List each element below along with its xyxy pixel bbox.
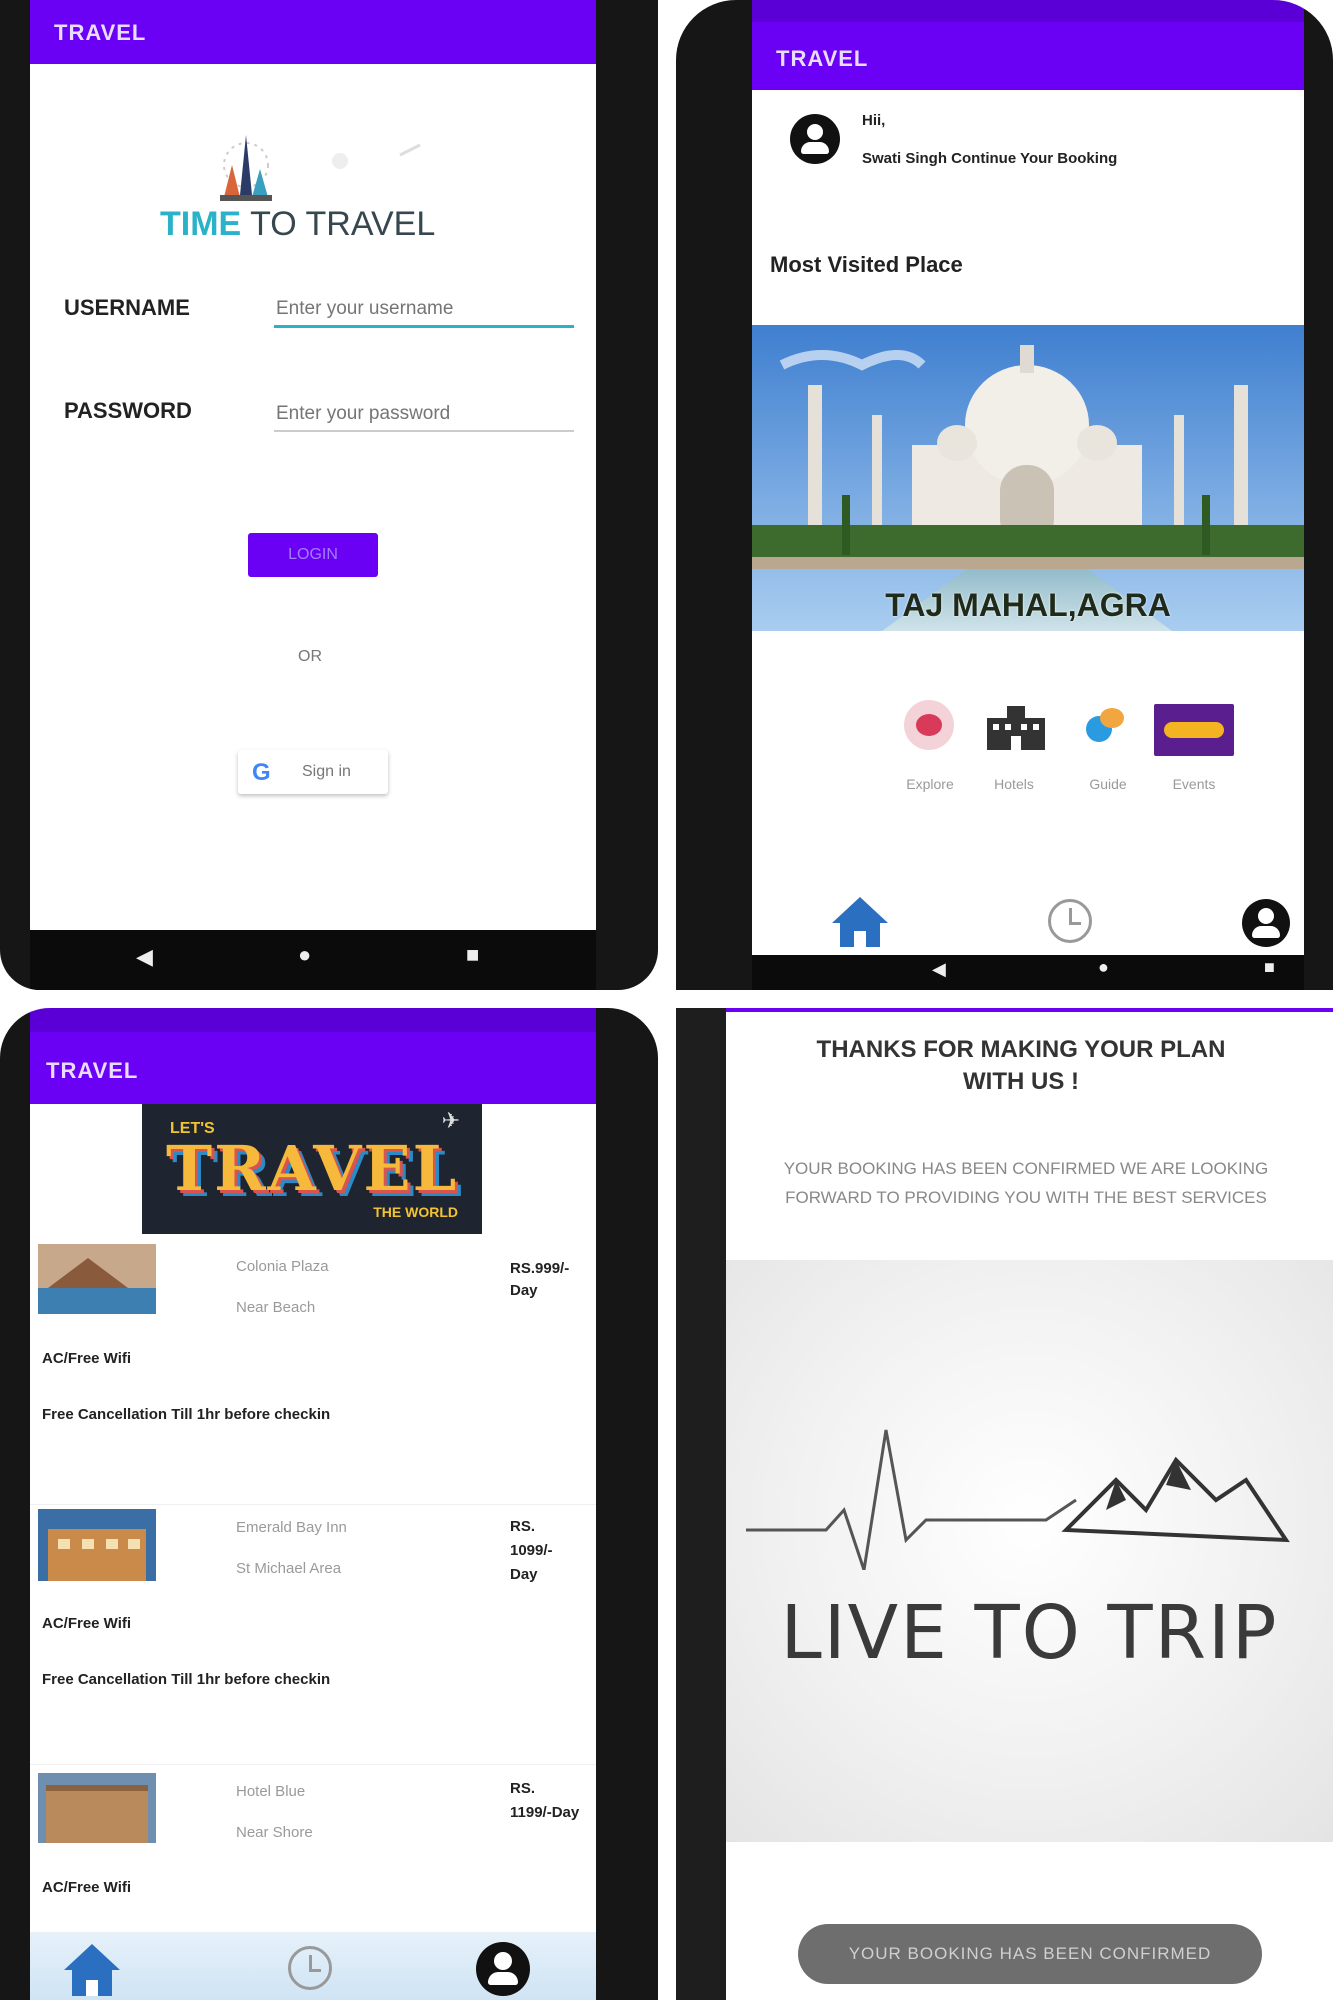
history-tab-icon[interactable] [1048, 899, 1092, 943]
hotel-name: Emerald Bay Inn [236, 1519, 347, 1536]
nav-recents-icon[interactable]: ■ [1264, 957, 1275, 978]
featured-place-caption: TAJ MAHAL,AGRA [885, 587, 1171, 623]
hotel-price: RS. 1099/-Day [510, 1518, 553, 1583]
hotel-amenities: AC/Free Wifi [42, 1350, 132, 1367]
status-bar [30, 1008, 596, 1032]
hotel-cancellation-policy: Free Cancellation Till 1hr before checki… [42, 1406, 331, 1423]
events-icon [1154, 704, 1234, 756]
plane-icon: ✈ [441, 1108, 460, 1133]
guide-icon [1086, 708, 1126, 744]
logo-word-to-travel: TO TRAVEL [250, 205, 436, 243]
bottom-navigation [30, 1932, 596, 2000]
hotel-list-item[interactable]: Emerald Bay Inn St Michael Area RS. 1099… [30, 1504, 596, 1755]
app-bar: TRAVEL [752, 22, 1304, 90]
nav-back-icon[interactable]: ◀ [932, 959, 946, 980]
password-input[interactable] [274, 398, 574, 432]
hotel-icon [987, 706, 1045, 750]
heartbeat-mountain-icon [746, 1429, 1290, 1570]
hotel-thumbnail [38, 1773, 156, 1843]
category-label: Guide [1089, 776, 1127, 792]
brand-logo-panel: LIVE TO TRIP [726, 1260, 1333, 1842]
phone-hotels-screen: TRAVEL LET'S TRAVEL THE WORLD ✈ Colonia … [0, 1008, 658, 2000]
travel-banner: LET'S TRAVEL THE WORLD ✈ [142, 1104, 482, 1234]
category-label: Events [1172, 776, 1216, 792]
login-button[interactable]: LOGIN [248, 533, 378, 577]
confirmation-screen: THANKS FOR MAKING YOUR PLAN WITH US ! YO… [726, 1008, 1333, 2000]
hotel-amenities: AC/Free Wifi [42, 1879, 132, 1896]
password-label: PASSWORD [64, 398, 192, 423]
category-events[interactable]: Events [1148, 700, 1238, 800]
nav-home-icon[interactable]: ● [1098, 957, 1109, 978]
hotel-thumbnail [38, 1509, 156, 1581]
travel-landmarks-icon [220, 135, 421, 201]
google-sign-in-button[interactable]: G Sign in [238, 750, 388, 794]
hotel-name: Hotel Blue [236, 1783, 306, 1800]
profile-tab-icon[interactable] [1242, 899, 1290, 947]
confirmation-message: YOUR BOOKING HAS BEEN CONFIRMED WE ARE L… [783, 1159, 1269, 1207]
user-avatar-icon [790, 114, 840, 164]
phone-confirmation-screen: THANKS FOR MAKING YOUR PLAN WITH US ! YO… [676, 1008, 1333, 2000]
explore-icon [904, 700, 954, 750]
google-icon: G [252, 759, 271, 786]
nav-home-icon[interactable]: ● [298, 942, 311, 968]
username-label: USERNAME [64, 295, 190, 320]
google-sign-in-label: Sign in [302, 763, 351, 780]
home-tab-icon[interactable] [830, 893, 890, 949]
system-nav-bar: ◀ ● ■ [30, 930, 596, 990]
category-hotels[interactable]: Hotels [976, 700, 1056, 800]
hotel-price: RS. 1199/-Day [510, 1780, 580, 1821]
app-title: TRAVEL [54, 20, 147, 45]
nav-recents-icon[interactable]: ■ [466, 942, 479, 968]
profile-tab-icon[interactable] [476, 1942, 530, 1996]
phone-login-screen: TRAVEL TIME TO TRAVEL USERNAME PASSWORD [0, 0, 658, 990]
app-logo: TIME TO TRAVEL [160, 125, 460, 250]
banner-main-text: TRAVEL [166, 1132, 459, 1205]
bottom-navigation [752, 885, 1304, 955]
hotel-amenities: AC/Free Wifi [42, 1615, 132, 1632]
toast-text: YOUR BOOKING HAS BEEN CONFIRMED [848, 1944, 1212, 1963]
greeting-text: Hii, [862, 112, 886, 129]
hotel-name: Colonia Plaza [236, 1258, 329, 1275]
or-divider-text: OR [298, 648, 322, 665]
top-accent-line [726, 1008, 1333, 1012]
hotel-list-item[interactable]: Hotel Blue Near Shore RS. 1199/-Day AC/F… [30, 1764, 596, 1896]
category-explore[interactable]: Explore [892, 700, 972, 800]
nav-back-icon[interactable]: ◀ [136, 944, 153, 970]
username-input[interactable] [274, 293, 574, 328]
home-screen: TRAVEL Hii, Swati Singh Continue Your Bo… [752, 0, 1304, 990]
brand-logo-text: LIVE TO TRIP [780, 1590, 1279, 1676]
section-title: Most Visited Place [770, 252, 963, 277]
history-tab-icon[interactable] [288, 1946, 332, 1990]
home-tab-icon[interactable] [62, 1940, 122, 1996]
greeting-subtext: Swati Singh Continue Your Booking [862, 150, 1118, 167]
status-bar [752, 0, 1304, 22]
hotel-cancellation-policy: Free Cancellation Till 1hr before checki… [42, 1671, 331, 1688]
app-bar: TRAVEL [30, 1032, 596, 1104]
hotels-screen: TRAVEL LET'S TRAVEL THE WORLD ✈ Colonia … [30, 1008, 596, 2000]
app-title: TRAVEL [776, 46, 869, 71]
phone-home-screen: TRAVEL Hii, Swati Singh Continue Your Bo… [676, 0, 1333, 990]
system-nav-bar: ◀ ● ■ [752, 955, 1304, 990]
hotel-list-item[interactable]: Colonia Plaza Near Beach RS.999/-Day AC/… [30, 1244, 596, 1494]
hotel-thumbnail [38, 1244, 156, 1314]
category-label: Hotels [994, 776, 1034, 792]
booking-confirmed-toast: YOUR BOOKING HAS BEEN CONFIRMED [798, 1924, 1262, 1984]
logo-word-time: TIME [160, 205, 242, 243]
category-guide[interactable]: Guide [1068, 700, 1148, 800]
featured-place-card[interactable]: TAJ MAHAL,AGRA [752, 325, 1304, 631]
taj-mahal-image [752, 325, 1304, 631]
hotel-location: St Michael Area [236, 1560, 342, 1577]
hotel-location: Near Shore [236, 1824, 313, 1841]
confirmation-heading: THANKS FOR MAKING YOUR PLAN WITH US ! [816, 1036, 1226, 1095]
hotel-price: RS.999/-Day [510, 1260, 570, 1299]
hotel-location: Near Beach [236, 1299, 316, 1316]
banner-sub-text: THE WORLD [373, 1204, 458, 1220]
app-title: TRAVEL [46, 1058, 139, 1083]
login-screen: TRAVEL TIME TO TRAVEL USERNAME PASSWORD [30, 0, 596, 930]
app-bar: TRAVEL [30, 0, 596, 64]
category-label: Explore [906, 776, 954, 792]
